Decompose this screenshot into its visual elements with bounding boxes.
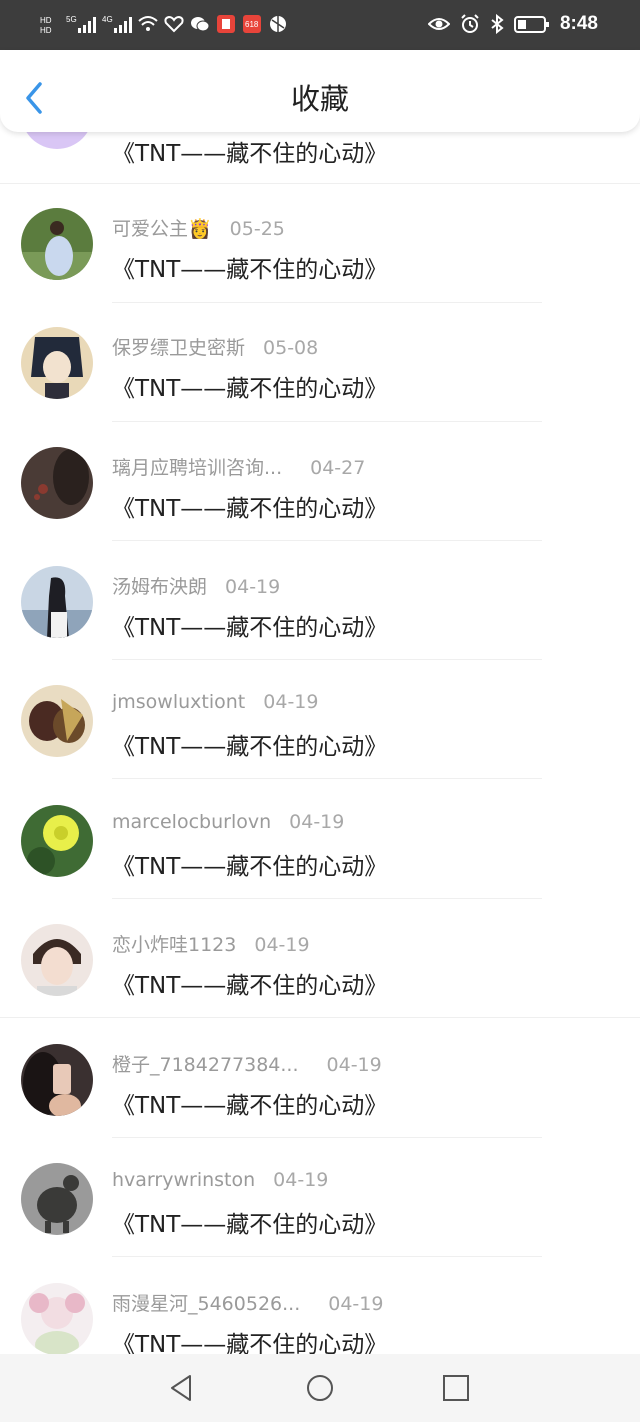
item-date: 05-25 <box>229 218 285 240</box>
item-date: 04-19 <box>225 576 281 598</box>
ball-app-icon <box>270 16 286 32</box>
eye-icon <box>427 18 450 30</box>
item-meta: 橙子_7184277384... 04-19 <box>112 1050 382 1077</box>
avatar <box>21 685 93 757</box>
item-meta: 恋小炸哇1123 04-19 <box>112 930 310 957</box>
battery-icon <box>513 16 549 33</box>
list-item[interactable]: 可爱公主👸 05-25 《TNT——藏不住的心动》 <box>0 184 640 303</box>
svg-text:5G: 5G <box>66 15 77 24</box>
avatar <box>21 327 93 399</box>
avatar <box>21 208 93 280</box>
list-item[interactable]: 橙子_7184277384... 04-19 《TNT——藏不住的心动》 <box>0 1019 640 1138</box>
item-date: 04-19 <box>289 811 345 833</box>
item-meta: 汤姆布泱朗 04-19 <box>112 572 280 599</box>
status-left-icons: HD HD 5G 4G 618 <box>40 14 288 34</box>
message-title: 《TNT——藏不住的心动》 <box>112 376 388 402</box>
item-date: 04-19 <box>263 691 319 713</box>
item-meta: jmsowluxtiont 04-19 <box>112 691 318 713</box>
message-title: 《TNT——藏不住的心动》 <box>112 257 388 283</box>
svg-text:4G: 4G <box>102 15 113 24</box>
message-title: 《TNT——藏不住的心动》 <box>112 496 388 522</box>
item-meta: hvarrywrinston 04-19 <box>112 1169 328 1191</box>
item-meta: marcelocburlovn 04-19 <box>112 811 344 833</box>
item-date: 04-19 <box>254 934 310 956</box>
back-triangle-icon[interactable] <box>166 1372 198 1404</box>
list-item[interactable]: marcelocburlovn 04-19 《TNT——藏不住的心动》 <box>0 780 640 899</box>
message-title: 《TNT——藏不住的心动》 <box>112 973 388 999</box>
item-date: 04-19 <box>326 1054 382 1076</box>
user-name[interactable]: 恋小炸哇1123 <box>112 934 236 956</box>
system-nav-bar <box>0 1354 640 1422</box>
avatar <box>21 566 93 638</box>
item-meta: 可爱公主👸 05-25 <box>112 214 285 241</box>
user-name[interactable]: hvarrywrinston <box>112 1169 255 1191</box>
user-name[interactable]: 璃月应聘培训咨询... <box>112 457 282 479</box>
avatar-chat-bubble <box>26 132 88 149</box>
item-meta: 雨漫星河_5460526... 04-19 <box>112 1289 383 1316</box>
status-bar: HD HD 5G 4G 618 8:48 <box>0 0 640 50</box>
item-date: 05-08 <box>263 337 319 359</box>
message-title: 《TNT——藏不住的心动》 <box>112 615 388 641</box>
svg-text:618: 618 <box>245 20 259 29</box>
item-date: 04-27 <box>310 457 366 479</box>
list-item[interactable]: 保罗缥卫史密斯 05-08 《TNT——藏不住的心动》 <box>0 303 640 422</box>
svg-text:HD: HD <box>40 16 52 25</box>
wechat-icon <box>191 17 210 32</box>
page-title: 收藏 <box>290 82 349 116</box>
user-name[interactable]: jmsowluxtiont <box>112 691 245 713</box>
avatar <box>21 805 93 877</box>
user-name[interactable]: 雨漫星河_5460526... <box>112 1293 300 1315</box>
avatar <box>21 447 93 519</box>
5g-signal-icon: 5G <box>66 15 96 33</box>
bluetooth-icon <box>491 14 504 34</box>
list-item[interactable]: jmsowluxtiont 04-19 《TNT——藏不住的心动》 <box>0 660 640 779</box>
item-date: 04-19 <box>328 1293 384 1315</box>
home-circle-icon[interactable] <box>304 1372 336 1404</box>
item-date: 04-19 <box>273 1169 329 1191</box>
avatar <box>21 924 93 996</box>
list-item[interactable]: 汤姆布泱朗 04-19 《TNT——藏不住的心动》 <box>0 541 640 660</box>
message-title: 《TNT——藏不住的心动》 <box>112 1332 388 1354</box>
red-app-icon <box>217 15 235 33</box>
header: 收藏 <box>0 50 640 132</box>
user-name[interactable]: 橙子_7184277384... <box>112 1054 299 1076</box>
message-title: 《TNT——藏不住的心动》 <box>112 1212 388 1238</box>
status-right-icons: 8:48 <box>427 13 598 35</box>
list-item[interactable]: hvarrywrinston 04-19 《TNT——藏不住的心动》 <box>0 1138 640 1257</box>
message-title: 《TNT——藏不住的心动》 <box>112 1093 388 1119</box>
message-title: 《TNT——藏不住的心动》 <box>112 141 388 167</box>
list-item-partial[interactable]: 《TNT——藏不住的心动》 <box>0 132 640 184</box>
avatar <box>21 1283 93 1354</box>
item-meta: 保罗缥卫史密斯 05-08 <box>112 333 318 360</box>
user-name[interactable]: 保罗缥卫史密斯 <box>112 337 245 359</box>
list-item[interactable]: 雨漫星河_5460526... 04-19 《TNT——藏不住的心动》 <box>0 1257 640 1354</box>
wifi-icon <box>138 16 158 31</box>
item-meta: 璃月应聘培训咨询... 04-27 <box>112 453 365 480</box>
list-item[interactable]: 璃月应聘培训咨询... 04-27 《TNT——藏不住的心动》 <box>0 422 640 541</box>
avatar <box>21 1163 93 1235</box>
svg-text:HD: HD <box>40 26 52 34</box>
health-icon <box>164 15 184 33</box>
user-name[interactable]: 可爱公主👸 <box>112 218 212 240</box>
4g-signal-icon: 4G <box>102 15 132 33</box>
618-app-icon: 618 <box>243 15 261 33</box>
message-title: 《TNT——藏不住的心动》 <box>112 734 388 760</box>
user-name[interactable]: marcelocburlovn <box>112 811 271 833</box>
message-title: 《TNT——藏不住的心动》 <box>112 854 388 880</box>
hd-icon: HDHD <box>40 16 52 34</box>
user-name[interactable]: 汤姆布泱朗 <box>112 576 207 598</box>
avatar <box>21 1044 93 1116</box>
list-item[interactable]: 恋小炸哇1123 04-19 《TNT——藏不住的心动》 <box>0 899 640 1018</box>
status-time: 8:48 <box>559 13 598 34</box>
alarm-icon <box>461 14 479 33</box>
favorites-list[interactable]: 《TNT——藏不住的心动》 可爱公主👸 05-25 《TNT——藏不住的心动》 保… <box>0 132 640 1354</box>
recents-square-icon[interactable] <box>440 1372 472 1404</box>
